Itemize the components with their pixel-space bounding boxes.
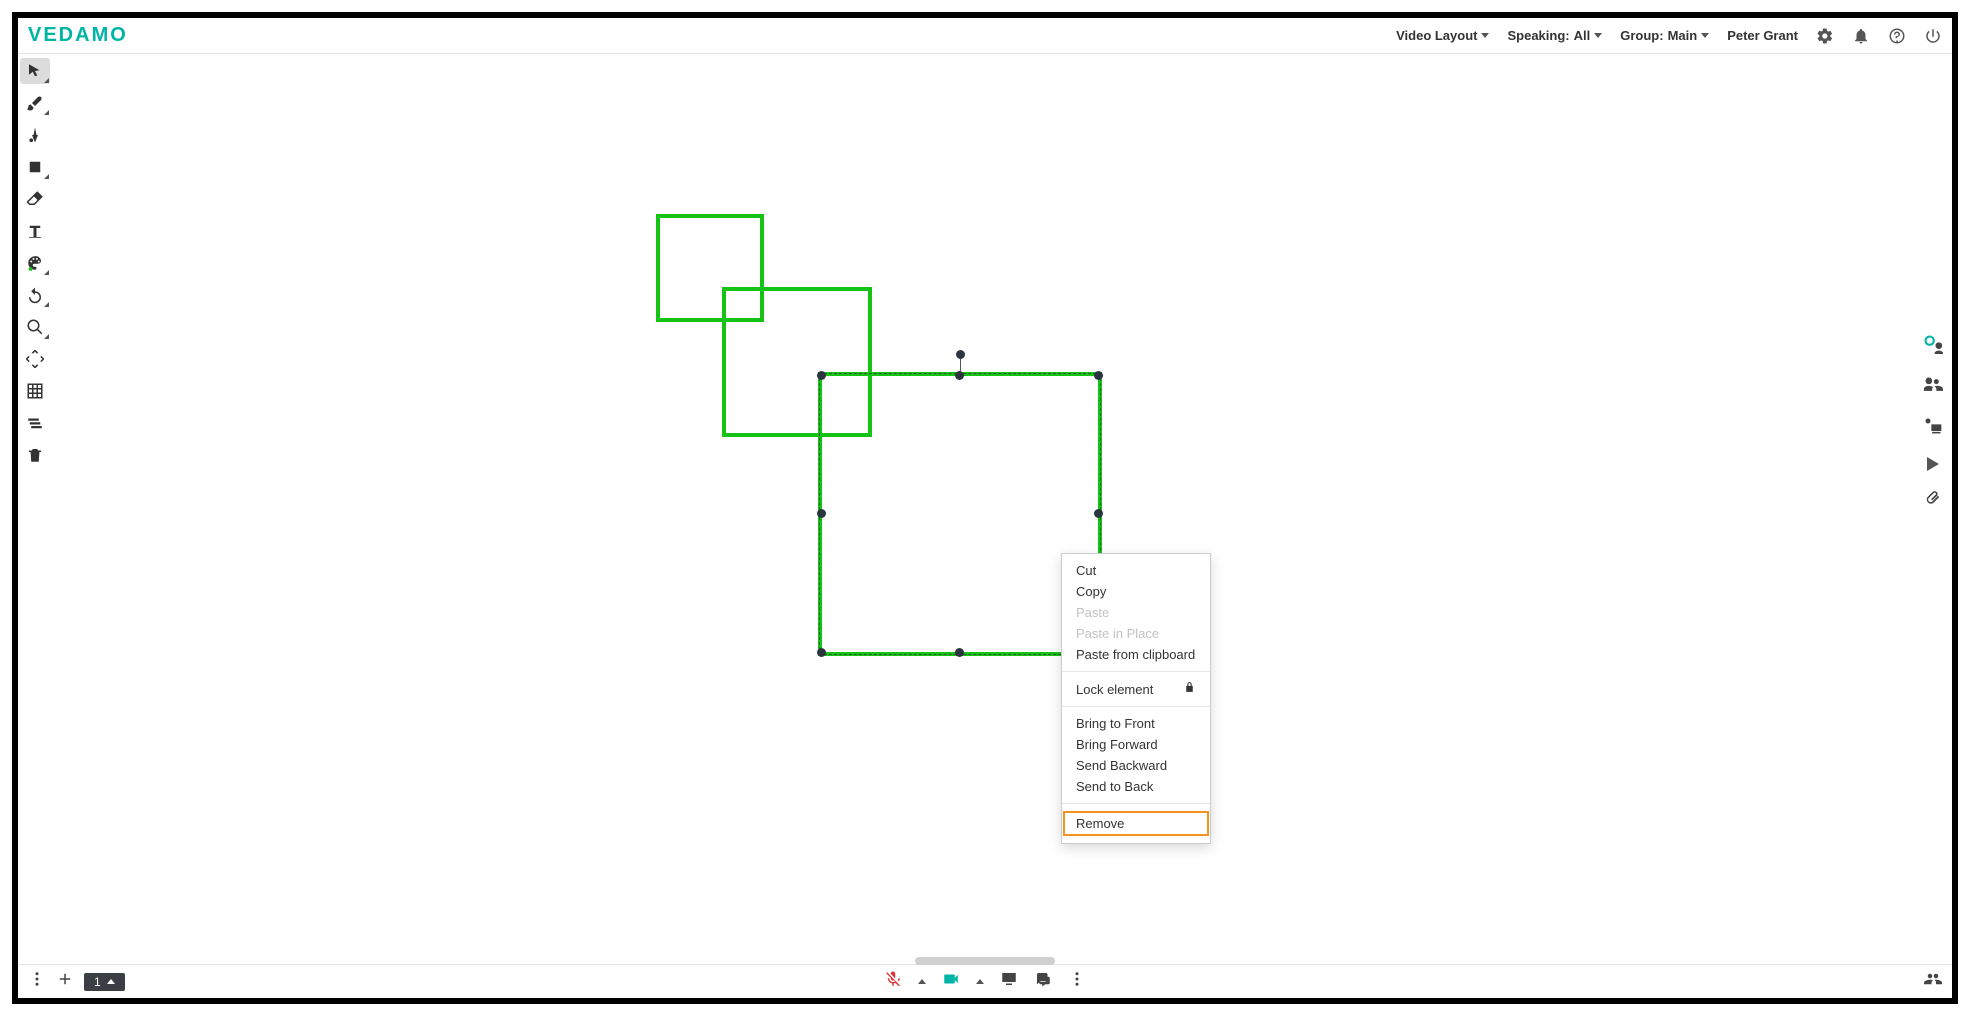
header: VEDAMO Video Layout Speaking: All Group:…	[18, 18, 1952, 54]
microphone-muted-icon[interactable]	[884, 970, 902, 993]
rotate-handle[interactable]	[956, 350, 965, 359]
gear-icon[interactable]	[1816, 27, 1834, 45]
palette-tool[interactable]	[20, 250, 50, 276]
ctx-item-label: Lock element	[1076, 682, 1153, 697]
chat-icon[interactable]	[1034, 970, 1052, 993]
trash-tool[interactable]	[20, 442, 50, 468]
ctx-item-label: Send Backward	[1076, 758, 1167, 773]
ctx-item-remove[interactable]: Remove	[1062, 810, 1210, 837]
speaking-label: Speaking:	[1507, 28, 1569, 43]
select-tool[interactable]	[20, 58, 50, 84]
context-menu: Cut Copy Paste Paste in Place Paste from cli…	[1061, 553, 1211, 844]
bottombar: 1	[18, 964, 1952, 998]
ctx-item-label: Paste in Place	[1076, 626, 1159, 641]
help-icon[interactable]	[1888, 27, 1906, 45]
user-name[interactable]: Peter Grant	[1727, 28, 1798, 43]
chevron-down-icon	[1701, 33, 1709, 38]
ctx-item-send-to-back[interactable]: Send to Back	[1062, 776, 1210, 797]
speaking-dropdown[interactable]: Speaking: All	[1507, 28, 1602, 43]
chevron-up-icon	[107, 979, 115, 984]
ctx-item-label: Send to Back	[1076, 779, 1153, 794]
play-icon[interactable]	[1927, 457, 1939, 471]
group-label: Group:	[1620, 28, 1663, 43]
group-value: Main	[1668, 28, 1698, 43]
more-icon[interactable]	[28, 970, 46, 993]
group-dropdown[interactable]: Group: Main	[1620, 28, 1709, 43]
right-rail	[1916, 334, 1950, 512]
shape-tool[interactable]	[20, 154, 50, 180]
resize-handle-tr[interactable]	[1094, 371, 1103, 380]
main-area: Cut Copy Paste Paste in Place Paste from cli…	[18, 54, 1952, 964]
participant-self-icon[interactable]	[1923, 334, 1943, 359]
participants-icon[interactable]	[1923, 375, 1943, 400]
pointer-tool[interactable]	[20, 122, 50, 148]
ctx-item-copy[interactable]: Copy	[1062, 581, 1210, 602]
ctx-item-label: Bring to Front	[1076, 716, 1155, 731]
ctx-item-bring-forward[interactable]: Bring Forward	[1062, 734, 1210, 755]
resize-handle-mt[interactable]	[955, 371, 964, 380]
resize-handle-tl[interactable]	[817, 371, 826, 380]
mic-options-icon[interactable]	[918, 979, 926, 984]
ctx-item-label: Paste	[1076, 605, 1109, 620]
layers-tool[interactable]	[20, 410, 50, 436]
eraser-tool[interactable]	[20, 186, 50, 212]
user-name-label: Peter Grant	[1727, 28, 1798, 43]
power-icon[interactable]	[1924, 27, 1942, 45]
page-number-label: 1	[94, 975, 101, 989]
ctx-item-bring-to-front[interactable]: Bring to Front	[1062, 713, 1210, 734]
video-layout-label: Video Layout	[1396, 28, 1477, 43]
ctx-item-label: Paste from clipboard	[1076, 647, 1195, 662]
attachment-icon[interactable]	[1923, 487, 1943, 512]
camera-options-icon[interactable]	[976, 979, 984, 984]
whiteboard-canvas[interactable]: Cut Copy Paste Paste in Place Paste from cli…	[56, 54, 1912, 964]
add-page-icon[interactable]	[56, 970, 74, 993]
ctx-item-paste: Paste	[1062, 602, 1210, 623]
screen-icon[interactable]	[1000, 970, 1018, 993]
selection-outline	[819, 373, 1101, 655]
text-tool[interactable]	[20, 218, 50, 244]
undo-tool[interactable]	[20, 282, 50, 308]
bottom-more-icon[interactable]	[1068, 970, 1086, 993]
resize-handle-bl[interactable]	[817, 648, 826, 657]
horizontal-scrollbar[interactable]	[915, 957, 1055, 965]
video-layout-dropdown[interactable]: Video Layout	[1396, 28, 1489, 43]
logo: VEDAMO	[28, 24, 128, 47]
ctx-item-lock-element[interactable]: Lock element	[1062, 678, 1210, 700]
ctx-item-paste-from-clipboard[interactable]: Paste from clipboard	[1062, 644, 1210, 665]
lock-icon	[1183, 681, 1196, 697]
ctx-item-cut[interactable]: Cut	[1062, 560, 1210, 581]
chevron-down-icon	[1594, 33, 1602, 38]
grid-tool[interactable]	[20, 378, 50, 404]
bell-icon[interactable]	[1852, 27, 1870, 45]
resize-handle-mb[interactable]	[955, 648, 964, 657]
ctx-item-label: Remove	[1076, 816, 1124, 831]
ctx-item-label: Copy	[1076, 584, 1106, 599]
brush-tool[interactable]	[20, 90, 50, 116]
ctx-item-paste-in-place: Paste in Place	[1062, 623, 1210, 644]
chevron-down-icon	[1481, 33, 1489, 38]
fit-tool[interactable]	[20, 346, 50, 372]
zoom-tool[interactable]	[20, 314, 50, 340]
screen-share-icon[interactable]	[1923, 416, 1943, 441]
ctx-item-label: Cut	[1076, 563, 1096, 578]
ctx-item-send-backward[interactable]: Send Backward	[1062, 755, 1210, 776]
participants-panel-icon[interactable]	[1924, 970, 1942, 993]
resize-handle-mr[interactable]	[1094, 509, 1103, 518]
speaking-value: All	[1574, 28, 1591, 43]
left-toolbar	[20, 58, 54, 468]
camera-on-icon[interactable]	[942, 970, 960, 993]
shape-rectangle-selected[interactable]	[818, 372, 1102, 656]
ctx-item-label: Bring Forward	[1076, 737, 1158, 752]
resize-handle-ml[interactable]	[817, 509, 826, 518]
page-indicator[interactable]: 1	[84, 973, 125, 991]
